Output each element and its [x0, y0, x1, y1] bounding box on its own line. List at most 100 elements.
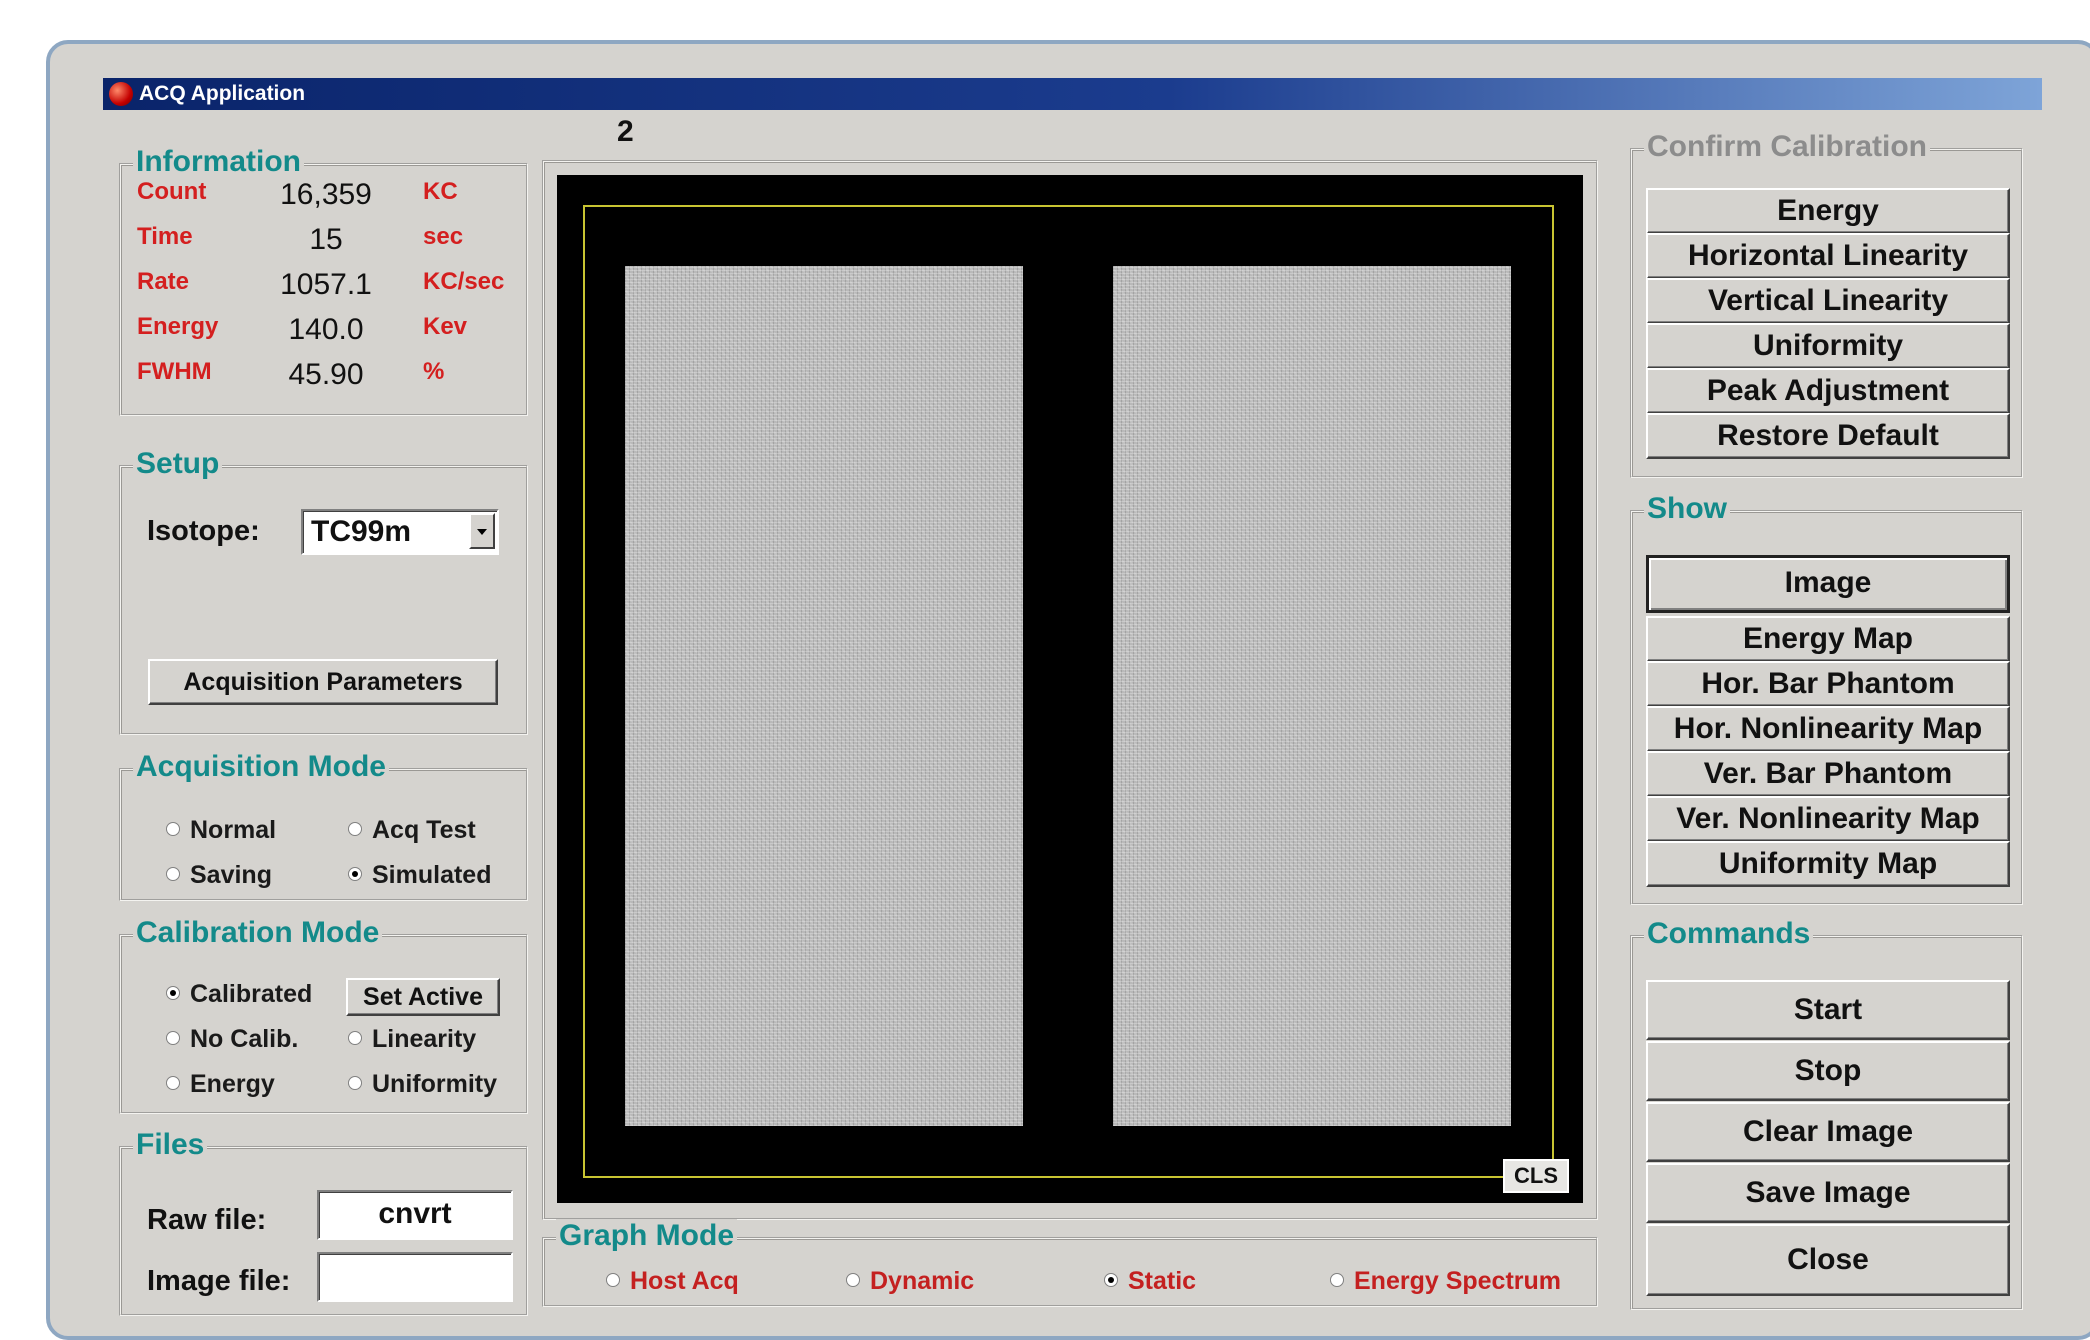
info-unit: KC	[423, 178, 458, 205]
info-row-time: Time 15 sec	[121, 223, 526, 263]
confirm-horizontal-linearity-button[interactable]: Horizontal Linearity	[1646, 233, 2010, 279]
radio-label: No Calib.	[190, 1025, 299, 1053]
radio-dot	[606, 1273, 620, 1288]
save-image-button[interactable]: Save Image	[1646, 1163, 2010, 1223]
clear-image-button[interactable]: Clear Image	[1646, 1102, 2010, 1162]
info-unit: %	[423, 358, 445, 385]
radio-label: Host Acq	[630, 1267, 739, 1295]
info-row-count: Count 16,359 KC	[121, 178, 526, 218]
peak-adjustment-button[interactable]: Peak Adjustment	[1646, 368, 2010, 414]
start-button[interactable]: Start	[1646, 980, 2010, 1040]
radio-simulated[interactable]: Simulated	[348, 861, 491, 890]
radio-dot	[166, 986, 180, 1001]
confirm-vertical-linearity-button[interactable]: Vertical Linearity	[1646, 278, 2010, 324]
radio-label: Normal	[190, 816, 277, 844]
show-hor-bar-phantom-button[interactable]: Hor. Bar Phantom	[1646, 661, 2010, 707]
radio-label: Energy	[190, 1070, 275, 1098]
radio-label: Calibrated	[190, 980, 313, 1008]
radio-dot	[348, 867, 362, 882]
raw-file-input[interactable]: cnvrt	[317, 1190, 513, 1240]
info-row-rate: Rate 1057.1 KC/sec	[121, 268, 526, 308]
files-group: Files Raw file: cnvrt Image file:	[119, 1128, 528, 1316]
radio-energy[interactable]: Energy	[166, 1070, 275, 1099]
info-value: 45.90	[288, 358, 364, 391]
radio-no-calib[interactable]: No Calib.	[166, 1025, 298, 1054]
show-hor-nonlinearity-map-button[interactable]: Hor. Nonlinearity Map	[1646, 706, 2010, 752]
radio-linearity[interactable]: Linearity	[348, 1025, 476, 1054]
isotope-select[interactable]: TC99m	[301, 509, 499, 555]
title-bar[interactable]: ACQ Application	[103, 78, 2042, 110]
radio-label: Simulated	[372, 861, 492, 889]
info-value: 140.0	[288, 313, 364, 346]
cls-button[interactable]: CLS	[1503, 1159, 1569, 1193]
radio-calibrated[interactable]: Calibrated	[166, 980, 312, 1009]
show-energy-map-button[interactable]: Energy Map	[1646, 616, 2010, 662]
info-name: Energy	[137, 313, 219, 340]
radio-dot	[1330, 1273, 1344, 1288]
radio-saving[interactable]: Saving	[166, 861, 272, 890]
radio-static[interactable]: Static	[1104, 1267, 1196, 1296]
radio-energy-spectrum[interactable]: Energy Spectrum	[1330, 1267, 1561, 1296]
show-group: Show Image Energy Map Hor. Bar Phantom H…	[1630, 492, 2023, 905]
radio-label: Acq Test	[372, 816, 476, 844]
image-file-input[interactable]	[317, 1252, 513, 1302]
show-ver-nonlinearity-map-button[interactable]: Ver. Nonlinearity Map	[1646, 796, 2010, 842]
isotope-label: Isotope:	[147, 515, 260, 547]
information-group: Information Count 16,359 KC Time 15 sec …	[119, 145, 528, 416]
info-value: 1057.1	[280, 268, 372, 301]
radio-host-acq[interactable]: Host Acq	[606, 1267, 739, 1296]
radio-dot	[166, 1076, 180, 1091]
info-unit: Kev	[423, 313, 468, 340]
radio-normal[interactable]: Normal	[166, 816, 276, 845]
show-image-button[interactable]: Image	[1646, 555, 2010, 613]
info-name: Count	[137, 178, 207, 205]
show-uniformity-map-button[interactable]: Uniformity Map	[1646, 841, 2010, 887]
image-viewer[interactable]: CLS	[557, 175, 1583, 1203]
show-legend: Show	[1644, 492, 1730, 526]
radio-dot	[348, 1076, 362, 1091]
confirm-calibration-group: Confirm Calibration Energy Horizontal Li…	[1630, 130, 2023, 478]
info-value: 16,359	[280, 178, 372, 211]
graph-mode-legend: Graph Mode	[556, 1219, 738, 1253]
left-detector-image	[625, 266, 1023, 1126]
calibration-mode-legend: Calibration Mode	[133, 916, 383, 950]
radio-label: Linearity	[372, 1025, 477, 1053]
info-value: 15	[309, 223, 343, 256]
info-row-fwhm: FWHM 45.90 %	[121, 358, 526, 398]
info-name: Rate	[137, 268, 190, 295]
files-legend: Files	[133, 1128, 208, 1162]
confirm-energy-button[interactable]: Energy	[1646, 188, 2010, 234]
confirm-uniformity-button[interactable]: Uniformity	[1646, 323, 2010, 369]
radio-dot	[348, 822, 362, 837]
setup-group: Setup Isotope: TC99m Acquisition Paramet…	[119, 447, 528, 735]
chevron-down-icon[interactable]	[469, 513, 495, 549]
info-unit: sec	[423, 223, 464, 250]
radio-label: Saving	[190, 861, 272, 889]
info-row-energy: Energy 140.0 Kev	[121, 313, 526, 353]
info-name: Time	[137, 223, 193, 250]
restore-default-button[interactable]: Restore Default	[1646, 413, 2010, 459]
info-unit: KC/sec	[423, 268, 505, 295]
radio-dot	[1104, 1273, 1118, 1288]
commands-legend: Commands	[1644, 917, 1814, 951]
close-button[interactable]: Close	[1646, 1224, 2010, 1296]
frame-number: 2	[617, 115, 634, 148]
acquisition-mode-legend: Acquisition Mode	[133, 750, 389, 784]
radio-dot	[166, 822, 180, 837]
confirm-calibration-legend: Confirm Calibration	[1644, 130, 1931, 164]
information-legend: Information	[133, 145, 304, 179]
radio-acq-test[interactable]: Acq Test	[348, 816, 476, 845]
show-ver-bar-phantom-button[interactable]: Ver. Bar Phantom	[1646, 751, 2010, 797]
radio-label: Dynamic	[870, 1267, 975, 1295]
radio-dynamic[interactable]: Dynamic	[846, 1267, 974, 1296]
info-name: FWHM	[137, 358, 212, 385]
isotope-value: TC99m	[311, 515, 412, 548]
stop-button[interactable]: Stop	[1646, 1041, 2010, 1101]
image-file-label: Image file:	[147, 1265, 291, 1297]
acquisition-parameters-button[interactable]: Acquisition Parameters	[148, 659, 498, 705]
right-detector-image	[1113, 266, 1511, 1126]
set-active-button[interactable]: Set Active	[346, 978, 500, 1016]
acquisition-mode-group: Acquisition Mode Normal Acq Test Saving …	[119, 750, 528, 901]
calibration-mode-group: Calibration Mode Calibrated Set Active N…	[119, 916, 528, 1114]
radio-uniformity[interactable]: Uniformity	[348, 1070, 497, 1099]
